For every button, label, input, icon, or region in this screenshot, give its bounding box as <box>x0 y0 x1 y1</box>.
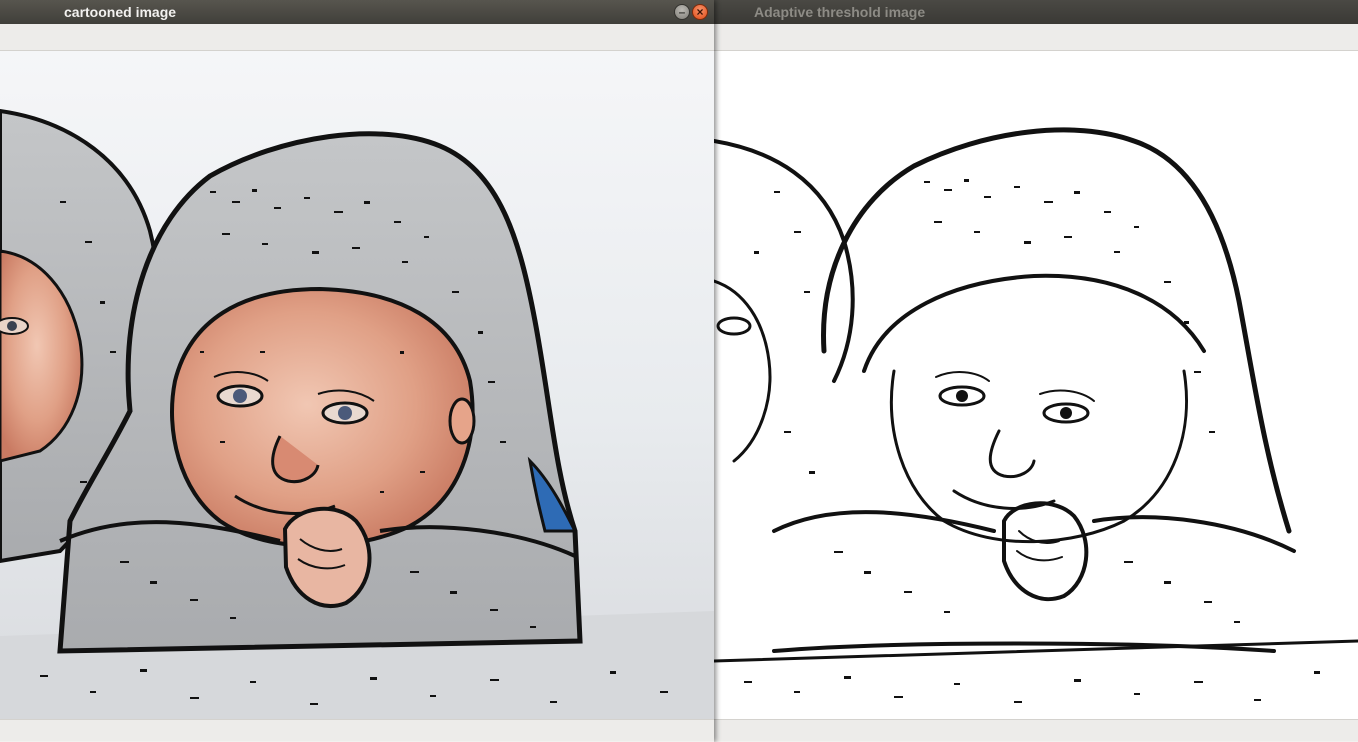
adaptive-threshold-window[interactable]: Adaptive threshold image <box>714 0 1358 742</box>
statusbar <box>0 719 714 741</box>
toolbar <box>714 24 1358 51</box>
window-title: cartooned image <box>64 4 177 20</box>
statusbar <box>714 719 1358 741</box>
image-canvas <box>714 51 1358 719</box>
cartooned-image-window[interactable]: cartooned image – × <box>0 0 714 742</box>
minimize-button[interactable]: – <box>674 4 690 20</box>
close-button[interactable]: × <box>692 4 708 20</box>
titlebar[interactable]: cartooned image – × <box>0 0 714 24</box>
toolbar <box>0 24 714 51</box>
minimize-icon: – <box>678 5 686 19</box>
window-controls: – × <box>674 4 708 20</box>
window-title: Adaptive threshold image <box>754 4 926 20</box>
image-canvas <box>0 51 714 719</box>
titlebar[interactable]: Adaptive threshold image <box>714 0 1358 24</box>
cartoon-image <box>0 108 714 719</box>
close-icon: × <box>696 5 704 19</box>
threshold-image <box>714 127 1358 703</box>
desktop: Adaptive threshold image cartooned image… <box>0 0 1358 742</box>
